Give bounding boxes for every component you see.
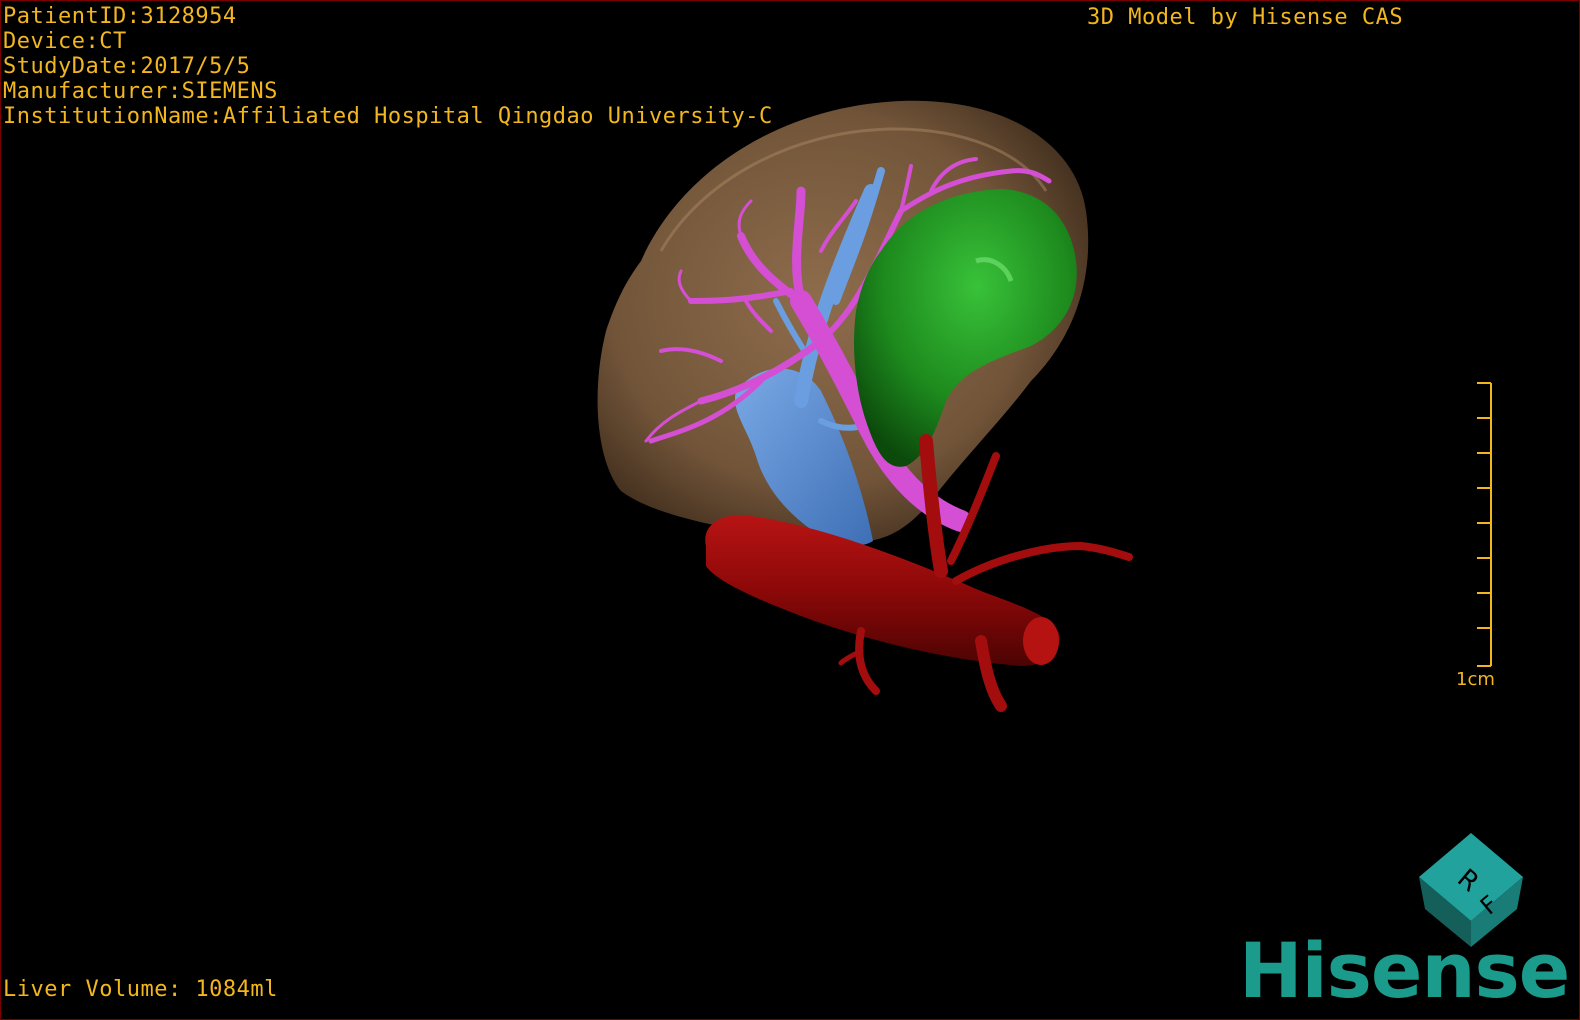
patient-id: PatientID:3128954 <box>3 4 237 29</box>
hisense-logo: Hisense <box>1239 926 1570 1015</box>
study-date: StudyDate:2017/5/5 <box>3 54 251 79</box>
manufacturer: Manufacturer:SIEMENS <box>3 79 278 104</box>
scale-label: 1cm <box>1456 669 1495 690</box>
scale-bar <box>1477 382 1492 667</box>
institution-name: InstitutionName:Affiliated Hospital Qing… <box>3 104 773 129</box>
device-label: Device:CT <box>3 29 127 54</box>
render-viewport[interactable]: PatientID:3128954 Device:CT StudyDate:20… <box>0 0 1580 1020</box>
3d-liver-model[interactable] <box>1 1 1579 1019</box>
liver-volume: Liver Volume: 1084ml <box>3 977 278 1002</box>
model-credit: 3D Model by Hisense CAS <box>1087 5 1404 30</box>
